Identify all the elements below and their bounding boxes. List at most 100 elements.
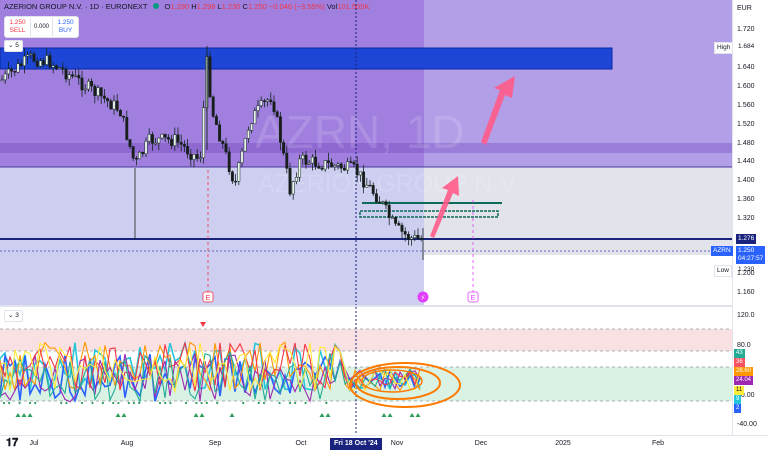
candle-body — [64, 69, 68, 80]
indicator-value-tag: 36 — [734, 358, 745, 367]
candle-body — [208, 56, 212, 98]
candle-body — [19, 63, 23, 67]
candle-body — [278, 116, 282, 143]
indicator-value-tag: 2 — [734, 404, 742, 413]
indicator-toggle[interactable]: ⌄ 3 — [4, 310, 23, 322]
indicator-value-tag: 43 — [734, 349, 745, 358]
candle-body — [294, 177, 298, 182]
currency-label[interactable]: EUR — [737, 5, 752, 12]
price-tick: 1.600 — [737, 83, 755, 90]
candle-body — [400, 224, 404, 232]
signal-dot — [158, 401, 162, 405]
candle-body — [179, 142, 183, 145]
candle-body — [262, 100, 266, 102]
indicator-chart-svg[interactable] — [0, 307, 732, 435]
price-chart-svg[interactable]: AZRN, 1D AZERION GROUP N.V. E ⚡ E — [0, 0, 732, 305]
tradingview-logo[interactable]: 𝟏𝟕 — [6, 437, 18, 450]
sell-button[interactable]: 1.250 SELL — [5, 18, 31, 36]
signal-dot — [34, 401, 37, 405]
time-label: Nov — [390, 440, 404, 447]
indicator-value-tag: 28.60 — [734, 367, 754, 376]
candle-body — [358, 171, 362, 176]
signal-dot — [164, 401, 167, 405]
candle-body — [189, 153, 193, 160]
signal-dot — [184, 401, 188, 405]
candle-body — [26, 54, 30, 57]
candle-body — [288, 168, 292, 195]
time-axis[interactable]: Jul Aug Sep Oct Nov Dec 2025 Feb Fri 18 Oct '24… — [0, 435, 768, 454]
market-status-dot[interactable] — [153, 3, 160, 9]
purple-zone-right — [424, 0, 732, 167]
candle-body — [269, 99, 273, 103]
candle-body — [157, 137, 161, 144]
change-value: −0.046 (−3.55%) — [268, 2, 325, 11]
candle-body — [13, 70, 17, 73]
candle-body — [32, 53, 36, 62]
candle-body — [166, 137, 170, 140]
candle-body — [125, 117, 129, 140]
candle-body — [298, 158, 302, 178]
signal-dot — [28, 401, 32, 405]
candle-body — [211, 96, 215, 117]
high-zone-rectangle[interactable] — [0, 47, 613, 70]
symbol-name[interactable]: AZERION GROUP N.V. — [4, 2, 83, 11]
chevron-down-icon: ⌄ — [8, 42, 14, 49]
candle-body — [192, 154, 196, 160]
level-value-tag: 1.276 — [736, 234, 757, 244]
candle-body — [371, 185, 375, 194]
candle-body — [390, 217, 394, 219]
indicator-pane[interactable]: ⌄ 3 — [0, 307, 732, 435]
watermark-name: AZERION GROUP N.V. — [258, 170, 521, 198]
ind-tick-neg40: -40.00 — [737, 421, 757, 428]
signal-dot — [195, 401, 198, 405]
candle-body — [243, 138, 247, 152]
candle-body — [419, 238, 423, 240]
candle-body — [246, 130, 250, 139]
buy-button[interactable]: 1.250 BUY — [52, 18, 78, 36]
time-label: Dec — [474, 440, 488, 447]
signal-dot — [2, 401, 6, 405]
candle-body — [272, 101, 276, 113]
current-price-tag: 1.250 04:27:57 — [736, 246, 766, 264]
signal-dots — [2, 401, 421, 417]
signal-triangle — [199, 413, 205, 417]
time-label: Sep — [208, 440, 222, 447]
candle-body — [355, 163, 359, 176]
candle-body — [250, 123, 254, 131]
symbol-interval[interactable]: 1D — [89, 2, 99, 11]
candle-body — [397, 223, 401, 226]
signal-triangle — [319, 413, 325, 417]
price-tick: 1.560 — [737, 102, 755, 109]
signal-dot — [325, 401, 328, 405]
candle-body — [54, 65, 58, 69]
low-value: 1.230 — [221, 2, 241, 11]
candle-body — [307, 162, 311, 165]
candle-body — [285, 152, 289, 169]
signal-dot — [80, 401, 84, 405]
signal-dot — [262, 401, 266, 405]
time-label: Aug — [120, 440, 134, 447]
candle-body — [378, 201, 382, 204]
time-label: Jul — [29, 440, 39, 447]
main-pane[interactable]: AZRN, 1D AZERION GROUP N.V. E ⚡ E AZERIO… — [0, 0, 732, 305]
candle-body — [227, 151, 231, 173]
candle-body — [282, 142, 286, 154]
indicators-toggle[interactable]: ⌄ 5 — [4, 40, 23, 52]
candle-body — [266, 99, 270, 102]
candle-body — [51, 65, 55, 68]
candle-body — [163, 133, 167, 138]
candle-body — [365, 184, 369, 188]
current-ticker-tag: AZRN — [711, 246, 733, 256]
ind-tick-120: 120.0 — [737, 312, 755, 319]
candle-body — [86, 80, 90, 90]
signal-dot — [18, 401, 21, 405]
signal-dot — [91, 401, 94, 405]
signal-dot — [257, 401, 260, 405]
signal-dot — [8, 401, 11, 405]
red-triangle-marker — [200, 322, 206, 327]
candle-body — [22, 55, 26, 67]
candle-body — [83, 88, 87, 91]
candle-body — [291, 181, 295, 195]
candle-body — [214, 116, 218, 125]
candle-body — [275, 111, 279, 117]
